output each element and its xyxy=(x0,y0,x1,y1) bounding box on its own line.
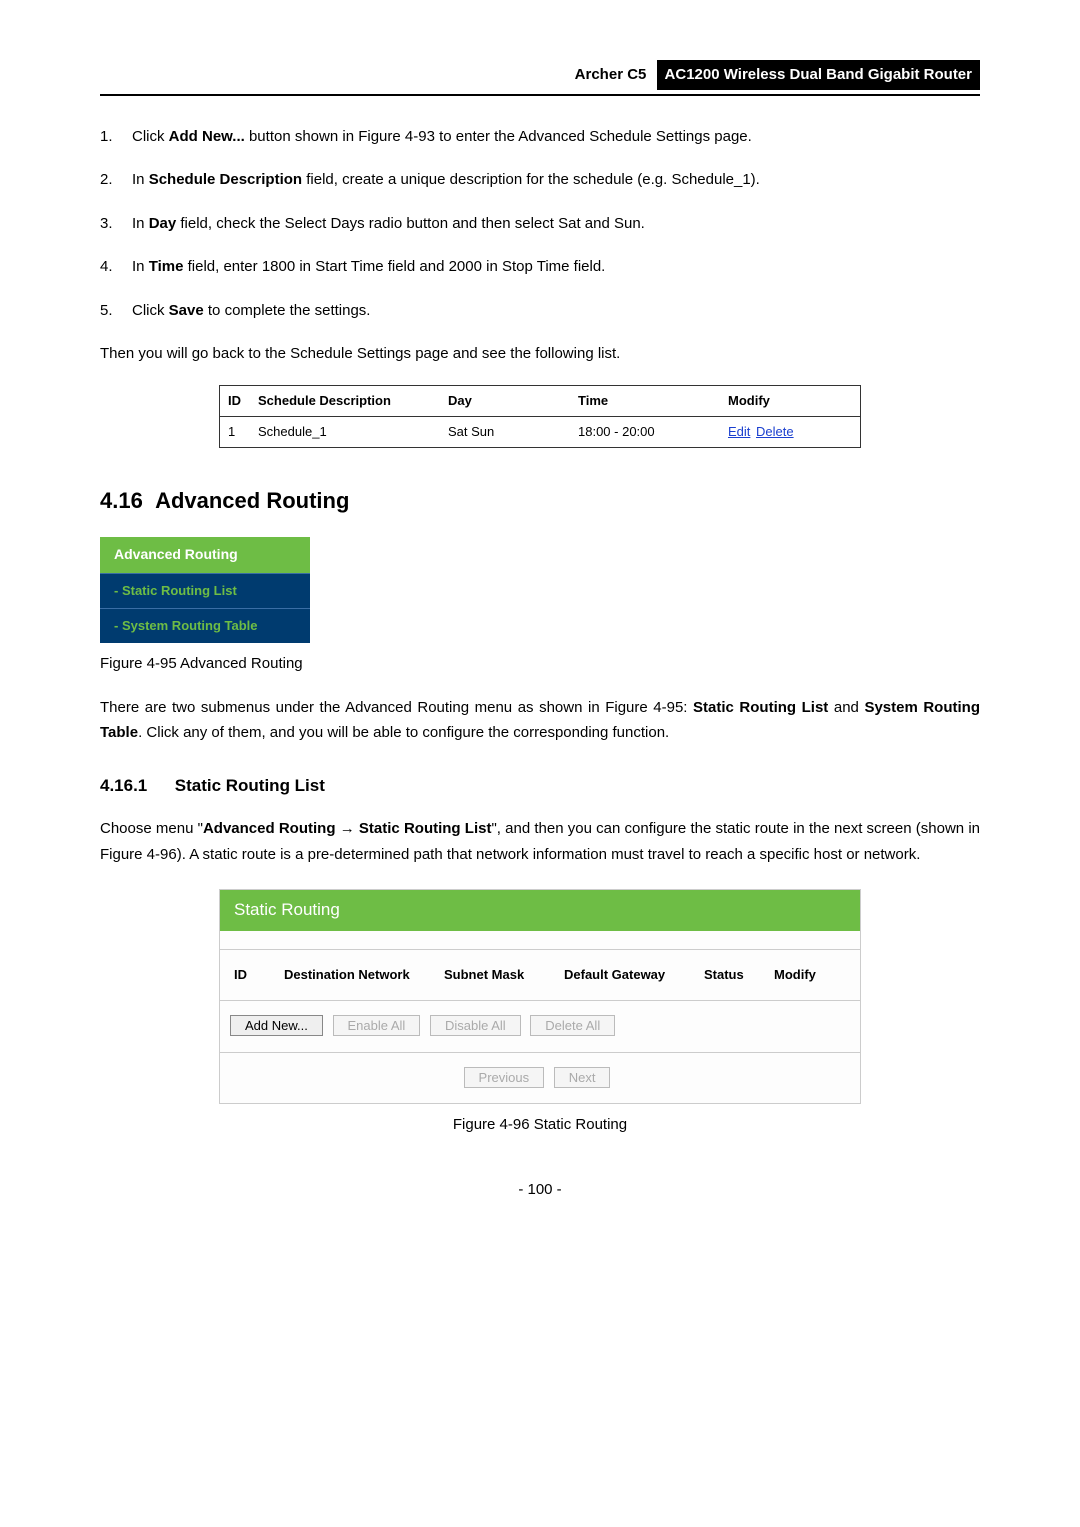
disable-all-button[interactable]: Disable All xyxy=(430,1015,521,1036)
static-routing-title: Static Routing xyxy=(220,890,860,931)
figure-4-95-caption: Figure 4-95 Advanced Routing xyxy=(100,651,980,677)
edit-link[interactable]: Edit xyxy=(728,424,750,439)
col-id: ID xyxy=(234,964,284,986)
step-3: 3. In Day field, check the Select Days r… xyxy=(100,211,980,237)
col-dest: Destination Network xyxy=(284,964,444,986)
step-5: 5. Click Save to complete the settings. xyxy=(100,298,980,324)
menu-header: Advanced Routing xyxy=(100,537,310,573)
doc-header: Archer C5 AC1200 Wireless Dual Band Giga… xyxy=(100,60,980,90)
add-new-button[interactable]: Add New... xyxy=(230,1015,323,1036)
schedule-table: ID Schedule Description Day Time Modify … xyxy=(219,385,861,448)
figure-4-96-caption: Figure 4-96 Static Routing xyxy=(100,1112,980,1138)
static-routing-panel: Static Routing ID Destination Network Su… xyxy=(219,889,861,1103)
section-heading: 4.16 Advanced Routing xyxy=(100,482,980,519)
delete-link[interactable]: Delete xyxy=(756,424,794,439)
step-1: 1. Click Add New... button shown in Figu… xyxy=(100,124,980,150)
col-status: Status xyxy=(704,964,774,986)
schedule-row: 1 Schedule_1 Sat Sun 18:00 - 20:00 Edit … xyxy=(220,417,860,448)
col-mod: Modify xyxy=(728,390,852,412)
advanced-routing-menu: Advanced Routing - Static Routing List -… xyxy=(100,537,310,643)
step-4: 4. In Time field, enter 1800 in Start Ti… xyxy=(100,254,980,280)
col-desc: Schedule Description xyxy=(258,390,448,412)
static-routing-desc: Choose menu "Advanced Routing → Static R… xyxy=(100,816,980,867)
static-routing-columns: ID Destination Network Subnet Mask Defau… xyxy=(220,950,860,1001)
after-steps-text: Then you will go back to the Schedule Se… xyxy=(100,341,980,367)
subsection-heading: 4.16.1 Static Routing List xyxy=(100,772,980,801)
header-rule xyxy=(100,94,980,96)
setup-steps: 1. Click Add New... button shown in Figu… xyxy=(100,124,980,324)
product-label: AC1200 Wireless Dual Band Gigabit Router xyxy=(657,60,980,90)
col-id: ID xyxy=(228,390,258,412)
col-gw: Default Gateway xyxy=(564,964,704,986)
col-time: Time xyxy=(578,390,728,412)
page-number: - 100 - xyxy=(100,1177,980,1203)
menu-item-system-routing[interactable]: - System Routing Table xyxy=(100,608,310,643)
step-2: 2. In Schedule Description field, create… xyxy=(100,167,980,193)
delete-all-button[interactable]: Delete All xyxy=(530,1015,615,1036)
previous-button[interactable]: Previous xyxy=(464,1067,545,1088)
menu-item-static-routing[interactable]: - Static Routing List xyxy=(100,573,310,608)
next-button[interactable]: Next xyxy=(554,1067,611,1088)
enable-all-button[interactable]: Enable All xyxy=(333,1015,421,1036)
col-modify: Modify xyxy=(774,964,846,986)
col-day: Day xyxy=(448,390,578,412)
advanced-routing-desc: There are two submenus under the Advance… xyxy=(100,695,980,746)
col-mask: Subnet Mask xyxy=(444,964,564,986)
model-label: Archer C5 xyxy=(575,66,647,83)
